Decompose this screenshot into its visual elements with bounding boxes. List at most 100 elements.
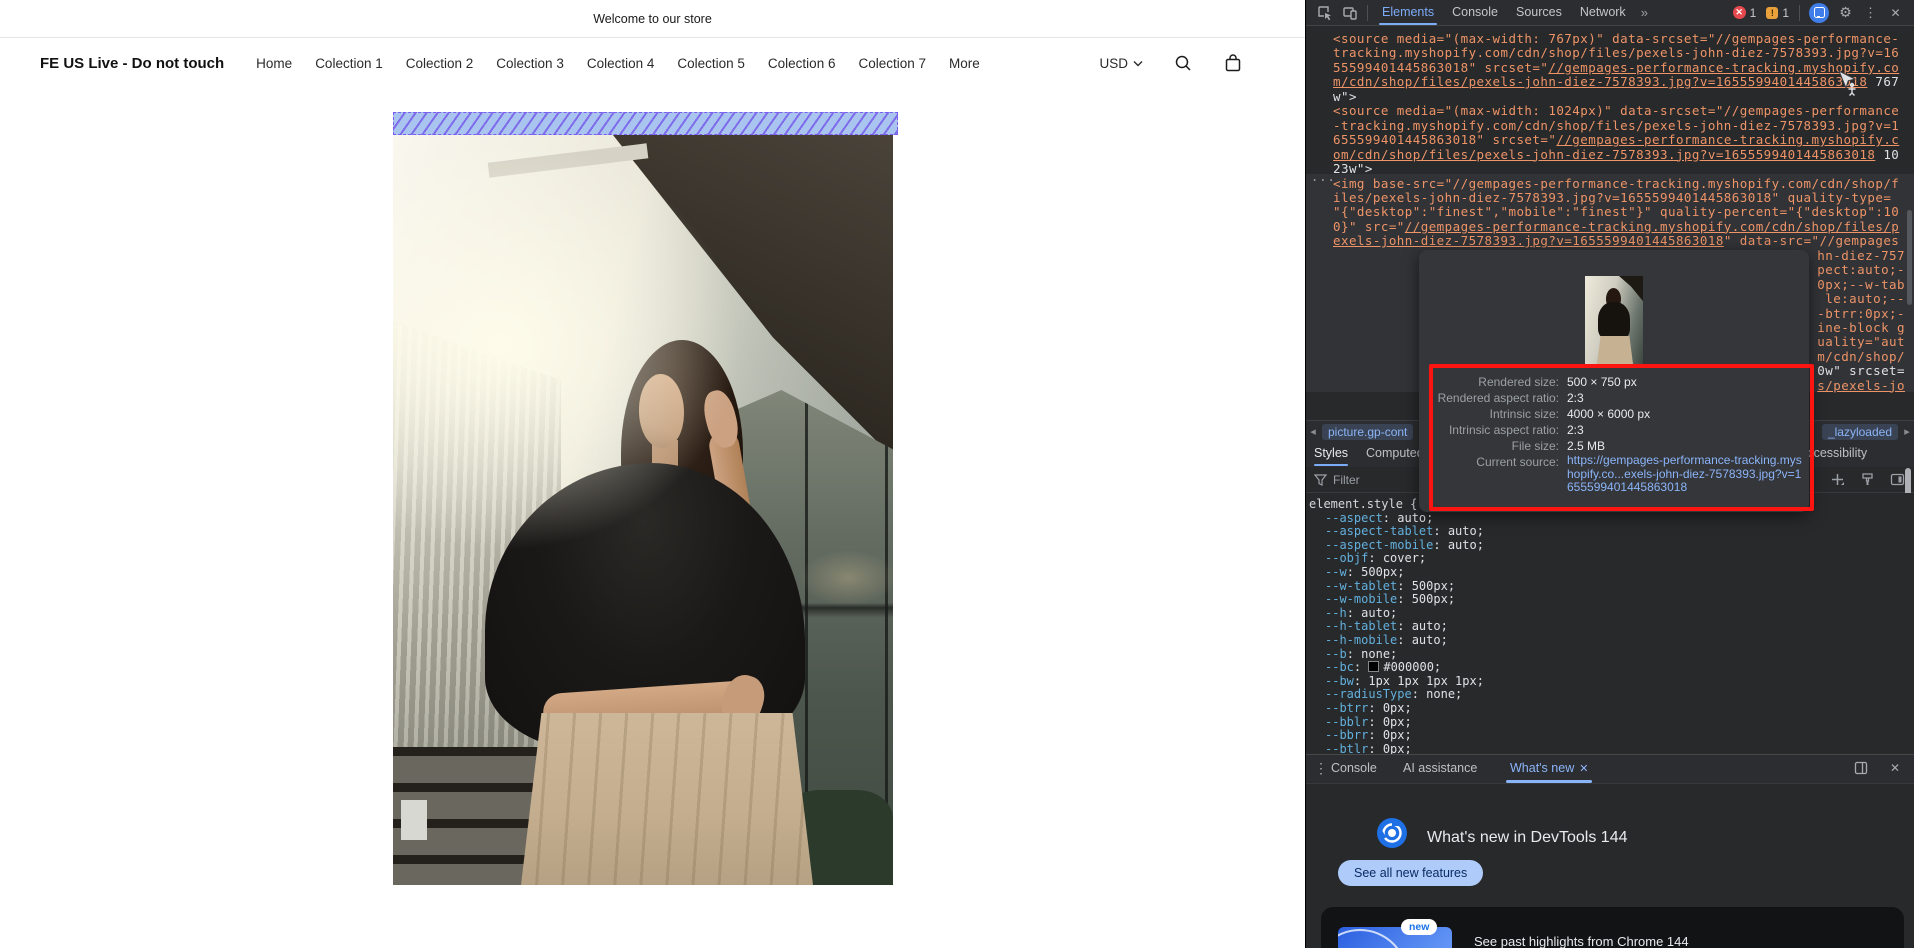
code-line[interactable]: 0}" src="//gempages-performance-tracking… (1333, 220, 1899, 234)
drawer-tab-console[interactable]: Console (1331, 755, 1377, 782)
tab-sources[interactable]: Sources (1507, 0, 1571, 25)
inspect-element-icon[interactable] (1316, 4, 1333, 21)
warning-badge[interactable]: ! 1 (1766, 6, 1789, 20)
css-property-w[interactable]: --w: 500px; (1306, 566, 1914, 580)
code-line[interactable]: <source media="(max-width: 1024px)" data… (1333, 104, 1899, 118)
tab-styles[interactable]: Styles (1314, 441, 1348, 466)
gutter-ellipsis[interactable]: ... (1311, 170, 1336, 184)
store-header: FE US Live - Do not touch Home Colection … (0, 38, 1305, 88)
announcement-bar: Welcome to our store (0, 0, 1305, 38)
code-line-fragment[interactable]: s/pexels-jo (1817, 379, 1905, 393)
code-line-fragment[interactable]: le:auto;-- (1825, 292, 1905, 306)
css-property-btrr[interactable]: --btrr: 0px; (1306, 702, 1914, 716)
code-line[interactable]: exels-john-diez-7578393.jpg?v=1655599401… (1333, 234, 1899, 248)
chevron-down-icon (1133, 60, 1143, 67)
color-swatch[interactable] (1368, 661, 1379, 672)
code-line-fragment[interactable]: hn-diez-757 (1817, 249, 1905, 263)
elements-scrollbar[interactable] (1907, 210, 1912, 305)
dock-drawer-icon[interactable] (1852, 759, 1870, 777)
gear-icon[interactable]: ⚙ (1837, 4, 1854, 21)
device-mode-promo-icon[interactable] (1809, 3, 1829, 23)
css-property-w-tablet[interactable]: --w-tablet: 500px; (1306, 580, 1914, 594)
highlights-card-text: See past highlights from Chrome 144 (1474, 934, 1689, 948)
css-property-btlr[interactable]: --btlr: 0px; (1306, 743, 1914, 754)
hero-image (393, 135, 893, 885)
css-property-bbrr[interactable]: --bbrr: 0px; (1306, 729, 1914, 743)
close-drawer-icon[interactable]: ✕ (1886, 759, 1904, 777)
code-line[interactable]: <img base-src="//gempages-performance-tr… (1333, 177, 1899, 191)
nav-link-colection-6[interactable]: Colection 6 (768, 56, 836, 71)
whats-new-title: What's new in DevTools 144 (1427, 823, 1627, 853)
breadcrumb-right-arrow-icon[interactable]: ▸ (1900, 425, 1914, 438)
css-property-bw[interactable]: --bw: 1px 1px 1px 1px; (1306, 675, 1914, 689)
code-line[interactable]: iles/pexels-john-diez-7578393.jpg?v=1655… (1333, 191, 1891, 205)
photo-sun-glare (393, 135, 893, 885)
code-line[interactable]: m/cdn/shop/files/pexels-john-diez-757839… (1333, 75, 1899, 89)
nav-link-colection-5[interactable]: Colection 5 (677, 56, 745, 71)
code-line-fragment[interactable]: ine-block g (1817, 321, 1905, 335)
close-whats-new-tab-icon[interactable]: ✕ (1579, 763, 1588, 775)
code-line-fragment[interactable]: 0w" srcset= (1817, 364, 1905, 378)
breadcrumb-item-img[interactable]: _lazyloaded (1822, 424, 1898, 440)
code-line[interactable]: "{"desktop":"finest","mobile":"finest"}"… (1333, 205, 1899, 219)
more-tabs-icon[interactable]: » (1635, 5, 1654, 20)
toggle-sidebar-icon[interactable] (1890, 472, 1906, 488)
code-line[interactable]: 655599401445863018" srcset="//gempages-p… (1333, 133, 1899, 147)
breadcrumb-item-picture[interactable]: picture.gp-cont (1322, 424, 1413, 440)
devtools-highlight-overlay (393, 112, 898, 135)
code-line-fragment[interactable]: uality="aut (1817, 335, 1905, 349)
search-icon[interactable] (1173, 53, 1193, 73)
css-property-b[interactable]: --b: none; (1306, 648, 1914, 662)
code-line-fragment[interactable]: m/cdn/shop/ (1817, 350, 1905, 364)
drawer-tab-whats-new[interactable]: What's new✕ (1510, 755, 1588, 783)
tab-elements[interactable]: Elements (1373, 0, 1443, 25)
nav-link-home[interactable]: Home (256, 56, 292, 71)
element-style-pane: element.style { --aspect: auto;--aspect-… (1306, 493, 1914, 754)
tab-computed[interactable]: Computed (1366, 441, 1424, 466)
drawer-kebab-icon[interactable]: ⋮ (1314, 760, 1328, 777)
code-line[interactable]: 23w"> (1333, 162, 1373, 176)
code-line-fragment[interactable]: pect:auto;- (1817, 263, 1905, 277)
nav-link-colection-3[interactable]: Colection 3 (496, 56, 564, 71)
highlights-card[interactable]: new See past highlights from Chrome 144 (1321, 907, 1904, 948)
cart-icon[interactable] (1223, 53, 1243, 73)
see-all-features-button[interactable]: See all new features (1338, 860, 1483, 886)
breadcrumb-left-arrow-icon[interactable]: ◂ (1306, 425, 1320, 438)
css-property-bblr[interactable]: --bblr: 0px; (1306, 716, 1914, 730)
nav-link-colection-4[interactable]: Colection 4 (587, 56, 655, 71)
nav-link-colection-7[interactable]: Colection 7 (858, 56, 926, 71)
css-property-radiusType[interactable]: --radiusType: none; (1306, 688, 1914, 702)
device-toolbar-icon[interactable] (1341, 4, 1358, 21)
tab-network[interactable]: Network (1571, 0, 1635, 25)
css-property-h-mobile[interactable]: --h-mobile: auto; (1306, 634, 1914, 648)
css-property-aspect-mobile[interactable]: --aspect-mobile: auto; (1306, 539, 1914, 553)
code-line[interactable]: 55599401445863018" srcset="//gempages-pe… (1333, 61, 1899, 75)
styles-filter-input[interactable]: Filter (1333, 473, 1360, 487)
tab-console[interactable]: Console (1443, 0, 1507, 25)
code-line[interactable]: -tracking.myshopify.com/cdn/shop/files/p… (1333, 119, 1899, 133)
code-line[interactable]: tracking.myshopify.com/cdn/shop/files/pe… (1333, 46, 1899, 60)
nav-link-more[interactable]: More (949, 56, 980, 71)
store-brand[interactable]: FE US Live - Do not touch (40, 55, 224, 72)
css-property-h[interactable]: --h: auto; (1306, 607, 1914, 621)
code-line-fragment[interactable]: -btrr:0px;- (1817, 307, 1905, 321)
css-property-h-tablet[interactable]: --h-tablet: auto; (1306, 620, 1914, 634)
css-property-aspect-tablet[interactable]: --aspect-tablet: auto; (1306, 525, 1914, 539)
css-property-bc[interactable]: --bc: #000000; (1306, 661, 1914, 675)
new-style-rule-icon[interactable] (1830, 472, 1846, 488)
nav-link-colection-2[interactable]: Colection 2 (406, 56, 474, 71)
currency-selector[interactable]: USD (1099, 56, 1143, 71)
css-property-aspect[interactable]: --aspect: auto; (1306, 512, 1914, 526)
error-badge[interactable]: ✕ 1 (1733, 6, 1757, 20)
drawer-tab-ai-assistance[interactable]: AI assistance (1403, 755, 1477, 782)
code-line[interactable]: om/cdn/shop/files/pexels-john-diez-75783… (1333, 148, 1899, 162)
css-property-objf[interactable]: --objf: cover; (1306, 552, 1914, 566)
code-line-fragment[interactable]: 0px;--w-tab (1817, 278, 1905, 292)
nav-link-colection-1[interactable]: Colection 1 (315, 56, 383, 71)
code-line[interactable]: w"> (1333, 90, 1357, 104)
code-line[interactable]: <source media="(max-width: 767px)" data-… (1333, 32, 1899, 46)
css-property-w-mobile[interactable]: --w-mobile: 500px; (1306, 593, 1914, 607)
element-state-brush-icon[interactable] (1860, 472, 1876, 488)
close-devtools-icon[interactable]: ✕ (1887, 4, 1904, 21)
kebab-menu-icon[interactable]: ⋮ (1862, 4, 1879, 21)
